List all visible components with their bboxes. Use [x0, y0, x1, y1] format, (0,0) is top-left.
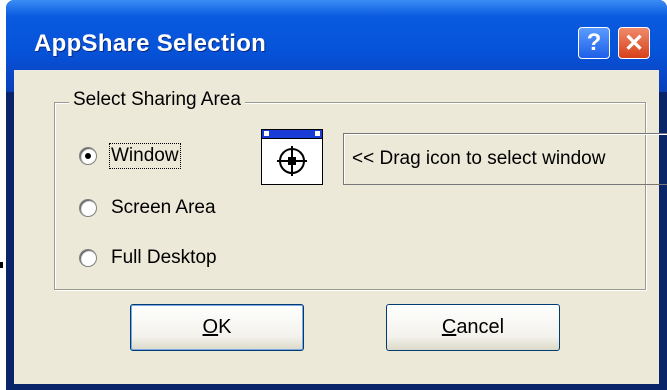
background-mark	[0, 262, 3, 268]
cancel-mnemonic: C	[441, 316, 457, 338]
sharing-area-group: Select Sharing Area Window Screen Area F…	[54, 89, 667, 290]
close-button[interactable]: ✕	[618, 27, 650, 59]
ok-mnemonic: O	[202, 316, 219, 338]
group-label: Select Sharing Area	[69, 89, 245, 111]
radio-button-checked[interactable]	[79, 147, 97, 165]
window-finder-tool[interactable]	[261, 129, 323, 185]
radio-button[interactable]	[79, 249, 97, 267]
close-icon: ✕	[623, 29, 645, 57]
dialog-body: Select Sharing Area Window Screen Area F…	[14, 70, 667, 384]
dialog-window: AppShare Selection ? ✕ Select Sharing Ar…	[6, 0, 667, 390]
ok-button[interactable]: OK	[130, 304, 304, 351]
radio-button[interactable]	[79, 199, 97, 217]
cancel-button[interactable]: Cancel	[386, 304, 560, 351]
radio-label-screen-area: Screen Area	[111, 197, 216, 218]
cancel-label-rest: ancel	[456, 316, 505, 338]
ok-label-rest: K	[218, 316, 232, 338]
crosshair-icon	[277, 146, 307, 176]
radio-full-desktop[interactable]: Full Desktop	[79, 247, 217, 269]
drag-hint-text: << Drag icon to select window	[343, 133, 667, 185]
help-icon: ?	[586, 29, 602, 56]
radio-screen-area[interactable]: Screen Area	[79, 197, 216, 219]
radio-window[interactable]: Window	[79, 143, 181, 169]
radio-label-full-desktop: Full Desktop	[111, 247, 217, 268]
window-title: AppShare Selection	[34, 30, 267, 57]
radio-label-window: Window	[109, 143, 181, 169]
help-button[interactable]: ?	[578, 27, 610, 59]
